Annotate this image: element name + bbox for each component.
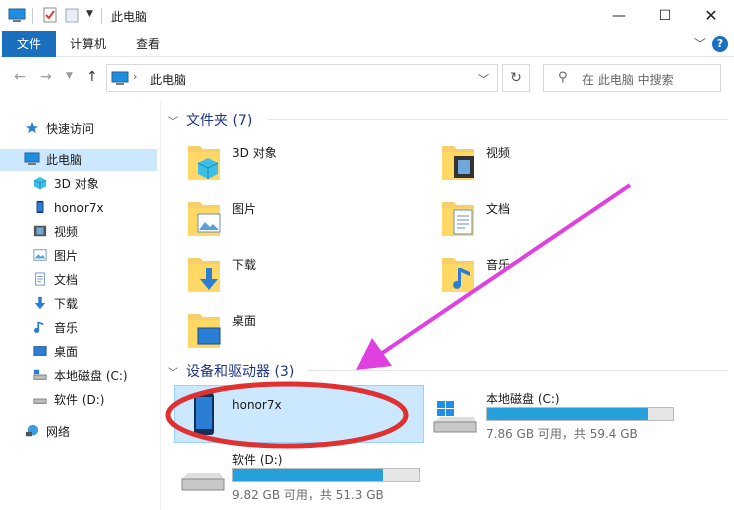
annotation-overlay: [165, 183, 632, 449]
annotation-ellipse: [165, 381, 409, 449]
annotation-arrowhead: [356, 338, 392, 370]
annotation-arrow: [376, 183, 632, 358]
